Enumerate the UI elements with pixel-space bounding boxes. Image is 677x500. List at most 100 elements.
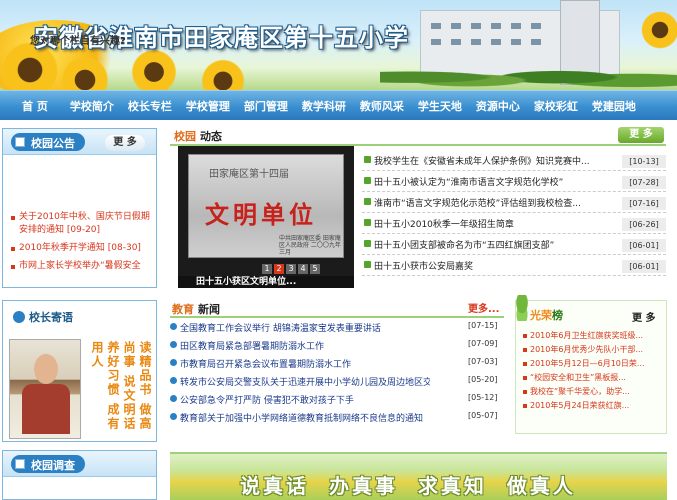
honor-roll-more-button[interactable]: 更 多 xyxy=(632,309,655,324)
announcement-item[interactable]: 市网上家长学校举办“暑假安全 xyxy=(9,260,154,273)
list-item[interactable]: 2010年5月12日—6月10日荣... xyxy=(522,357,662,371)
honor-plaque-image: 田家庵区第十四届 文明单位 中共田家庵区委 田家庵区人民政府 二〇〇九年三月 xyxy=(188,154,344,258)
plaque-issuer: 中共田家庵区委 田家庵区人民政府 二〇〇九年三月 xyxy=(279,235,341,256)
principal-title: 校长寄语 xyxy=(29,311,73,324)
nav-item-principal-column[interactable]: 校长专栏 xyxy=(128,98,172,114)
education-news-header: 教育 新闻 更多... xyxy=(170,298,504,318)
campus-news-list: 我校学生在《安徽省未成年人保护条例》知识竞赛中... [10-13] 田十五小被认… xyxy=(362,150,666,276)
bullet-icon xyxy=(170,341,177,348)
bullet-icon xyxy=(170,413,177,420)
education-news-more-link[interactable]: 更多... xyxy=(468,300,499,315)
news-date: [07-15] xyxy=(468,321,498,330)
nav-item-party-building[interactable]: 党建园地 xyxy=(592,98,636,114)
list-item[interactable]: 2010年6月卫生红旗获奖班级... xyxy=(522,329,662,343)
campus-news-tab-label: 动态 xyxy=(200,130,222,143)
list-item[interactable]: 全国教育工作会议举行 胡锦涛温家宝发表重要讲话 [07-15] xyxy=(170,318,504,336)
sunflower-icon xyxy=(200,58,246,90)
list-item[interactable]: 2010年5月24日荣获红旗... xyxy=(522,399,662,413)
list-item[interactable]: 田十五小被认定为“淮南市语言文字规范化学校” [07-28] xyxy=(362,171,666,192)
survey-icon xyxy=(15,459,25,469)
news-date: [07-09] xyxy=(468,339,498,348)
list-item[interactable]: 田十五小获市公安局嘉奖 [06-01] xyxy=(362,255,666,276)
nav-item-home-school[interactable]: 家校彩虹 xyxy=(534,98,578,114)
education-news-tab-label: 新闻 xyxy=(198,303,220,316)
nav-item-home[interactable]: 首 页 xyxy=(22,98,48,114)
news-title[interactable]: 淮南市“语言文字规范化示范校”评估组到我校检查... xyxy=(374,196,618,209)
news-date: [05-20] xyxy=(468,375,498,384)
list-item[interactable]: 教育部关于加强中小学网络道德教育抵制网络不良信息的通知 [05-07] xyxy=(170,408,504,426)
campus-news-tab-prefix: 校园 xyxy=(174,130,196,143)
slide-page-3[interactable]: 3 xyxy=(286,264,296,274)
bullet-icon xyxy=(364,261,371,268)
sunflower-icon xyxy=(640,10,677,50)
news-date: [07-16] xyxy=(622,197,666,210)
news-title[interactable]: 田十五小获市公安局嘉奖 xyxy=(374,259,618,272)
plaque-title: 文明单位 xyxy=(205,201,317,229)
list-item[interactable]: “校园安全和卫生”黑板报... xyxy=(522,371,662,385)
list-item[interactable]: 2010年6月优秀少先队小干部... xyxy=(522,343,662,357)
nav-item-school-intro[interactable]: 学校简介 xyxy=(70,98,114,114)
news-title[interactable]: 转发市公安局交警支队关于迅速开展中小学幼儿园及周边地区交... xyxy=(180,375,430,388)
slide-caption[interactable]: 田十五小获区文明单位... xyxy=(178,276,354,288)
news-title[interactable]: 我校学生在《安徽省未成年人保护条例》知识竞赛中... xyxy=(374,154,618,167)
list-item[interactable]: 田区教育局紧急部署暑期防溺水工作 [07-09] xyxy=(170,336,504,354)
principal-message-panel: 校长寄语 读精品书 做高尚事 说文明话 养好习惯 成有用人 xyxy=(2,300,157,442)
slide-page-4[interactable]: 4 xyxy=(298,264,308,274)
news-date: [10-13] xyxy=(622,155,666,168)
news-title[interactable]: 田区教育局紧急部署暑期防溺水工作 xyxy=(180,339,430,352)
news-title[interactable]: 田十五小被认定为“淮南市语言文字规范化学校” xyxy=(374,175,618,188)
honor-roll-panel: 光荣榜 更 多 2010年6月卫生红旗获奖班级... 2010年6月优秀少先队小… xyxy=(512,295,667,434)
news-title[interactable]: 田十五小团支部被命名为市“五四红旗团支部” xyxy=(374,238,618,251)
nav-item-resource-center[interactable]: 资源中心 xyxy=(476,98,520,114)
news-title[interactable]: 教育部关于加强中小学网络道德教育抵制网络不良信息的通知 xyxy=(180,411,430,424)
campus-news-more-button[interactable]: 更 多 xyxy=(618,127,664,143)
news-title[interactable]: 全国教育工作会议举行 胡锦涛温家宝发表重要讲话 xyxy=(180,321,430,334)
news-title[interactable]: 田十五小2010秋季一年级招生简章 xyxy=(374,217,618,230)
survey-header: 校园调查 xyxy=(3,451,156,477)
survey-question: 您对哪个栏目有兴趣? xyxy=(30,36,126,47)
education-news-list: 全国教育工作会议举行 胡锦涛温家宝发表重要讲话 [07-15] 田区教育局紧急部署… xyxy=(170,318,504,426)
news-date: [05-07] xyxy=(468,411,498,420)
main-nav: 首 页 学校简介 校长专栏 学校管理 部门管理 教学科研 教师风采 学生天地 资… xyxy=(0,90,677,120)
announcement-more-button[interactable]: 更 多 xyxy=(105,135,145,151)
news-title[interactable]: 市教育局召开紧急会议布置暑期防溺水工作 xyxy=(180,357,430,370)
nav-item-department-management[interactable]: 部门管理 xyxy=(244,98,288,114)
sunflower-icon xyxy=(130,48,178,90)
list-item[interactable]: 转发市公安局交警支队关于迅速开展中小学幼儿园及周边地区交... [05-20] xyxy=(170,372,504,390)
nav-item-teaching-research[interactable]: 教学科研 xyxy=(302,98,346,114)
honor-roll-title: 光荣榜 xyxy=(530,309,563,322)
list-item[interactable]: 公安部急令严打严防 侵害犯不敢对孩子下手 [05-12] xyxy=(170,390,504,408)
list-item[interactable]: 市教育局召开紧急会议布置暑期防溺水工作 [07-03] xyxy=(170,354,504,372)
list-item[interactable]: 淮南市“语言文字规范化示范校”评估组到我校检查... [07-16] xyxy=(362,192,666,213)
principal-header: 校长寄语 xyxy=(3,301,156,327)
honor-roll-list: 2010年6月卫生红旗获奖班级... 2010年6月优秀少先队小干部... 20… xyxy=(522,329,662,413)
trees-decoration xyxy=(380,58,677,90)
slide-page-5[interactable]: 5 xyxy=(310,264,320,274)
list-item[interactable]: 我校学生在《安徽省未成年人保护条例》知识竞赛中... [10-13] xyxy=(362,150,666,171)
news-title[interactable]: 公安部急令严打严防 侵害犯不敢对孩子下手 xyxy=(180,393,430,406)
announcement-item[interactable]: 2010年秋季开学通知 [08-30] xyxy=(9,242,154,255)
campus-news-header: 校园 动态 更 多 xyxy=(170,124,666,146)
plaque-subtitle: 田家庵区第十四届 xyxy=(209,169,289,180)
announcement-panel: 校园公告 更 多 关于2010年中秋、国庆节日假期安排的通知 [09-20] 2… xyxy=(2,128,157,288)
leaf-icon xyxy=(512,295,532,321)
news-date: [05-12] xyxy=(468,393,498,402)
announcement-header: 校园公告 更 多 xyxy=(3,129,156,155)
bullet-icon xyxy=(170,395,177,402)
school-motto-banner: 说真话 办真事 求真知 做真人 xyxy=(170,452,667,500)
news-date: [06-01] xyxy=(622,260,666,273)
announcement-item[interactable]: 关于2010年中秋、国庆节日假期安排的通知 [09-20] xyxy=(9,211,154,237)
slide-page-1[interactable]: 1 xyxy=(262,264,272,274)
nav-item-school-management[interactable]: 学校管理 xyxy=(186,98,230,114)
nav-item-teacher-style[interactable]: 教师风采 xyxy=(360,98,404,114)
list-item[interactable]: 田十五小团支部被命名为市“五四红旗团支部” [06-01] xyxy=(362,234,666,255)
news-date: [07-03] xyxy=(468,357,498,366)
list-item[interactable]: 我校在“聚千华爱心，助学... xyxy=(522,385,662,399)
slide-page-2[interactable]: 2 xyxy=(274,264,284,274)
list-item[interactable]: 田十五小2010秋季一年级招生简章 [06-26] xyxy=(362,213,666,234)
person-icon xyxy=(13,311,25,323)
bullet-icon xyxy=(364,198,371,205)
nav-item-student-world[interactable]: 学生天地 xyxy=(418,98,462,114)
news-date: [06-26] xyxy=(622,218,666,231)
bullet-icon xyxy=(364,219,371,226)
